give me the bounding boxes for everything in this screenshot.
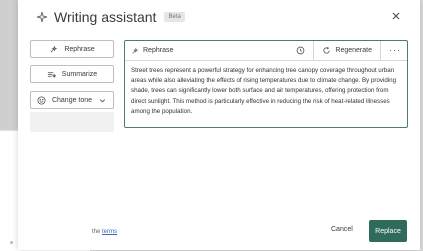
terms-link[interactable]: terms (102, 229, 117, 235)
summarize-button[interactable]: Summarize (30, 65, 114, 83)
regenerate-label: Regenerate (335, 47, 372, 54)
replace-button[interactable]: Replace (369, 220, 407, 242)
rephrased-text: Street trees represent a powerful strate… (131, 67, 397, 115)
rephrase-icon (132, 47, 139, 54)
chevron-down-icon (99, 98, 106, 102)
panel-actions: Regenerate ··· (296, 41, 401, 60)
rephrase-result-panel: Rephrase Regenerate ··· Street trees rep… (124, 40, 408, 128)
cancel-button[interactable]: Cancel (331, 226, 353, 233)
dialog-header: Writing assistant Beta (18, 0, 420, 36)
dialog-title: Writing assistant (54, 9, 157, 25)
summarize-icon (47, 71, 56, 78)
dialog-title-group: Writing assistant Beta (36, 9, 185, 25)
terms-prefix: the (92, 229, 101, 235)
refresh-icon (323, 46, 331, 54)
more-options-icon[interactable]: ··· (389, 46, 401, 55)
smiley-icon (37, 95, 46, 105)
close-icon[interactable] (390, 10, 402, 22)
change-tone-button[interactable]: Change tone (30, 91, 114, 109)
faded-option (30, 112, 114, 132)
summarize-label: Summarize (61, 70, 98, 78)
history-icon[interactable] (296, 46, 305, 55)
writing-assistant-dialog: Writing assistant Beta Rephrase Summariz… (18, 0, 420, 250)
change-tone-label: Change tone (51, 96, 93, 104)
background-dot (10, 241, 13, 244)
regenerate-button[interactable]: Regenerate (322, 46, 372, 55)
rephrase-label: Rephrase (64, 45, 95, 53)
panel-title: Rephrase (143, 47, 174, 54)
rephrase-icon (50, 45, 58, 52)
rephrase-button[interactable]: Rephrase (30, 40, 114, 58)
panel-title-group: Rephrase (131, 47, 173, 55)
toolbar-divider (313, 41, 315, 60)
terms-notice: the terms (92, 229, 117, 235)
panel-toolbar: Rephrase Regenerate ··· (125, 41, 407, 61)
toolbar-divider (380, 41, 381, 60)
beta-badge: Beta (164, 12, 185, 22)
sparkle-icon (36, 11, 48, 23)
